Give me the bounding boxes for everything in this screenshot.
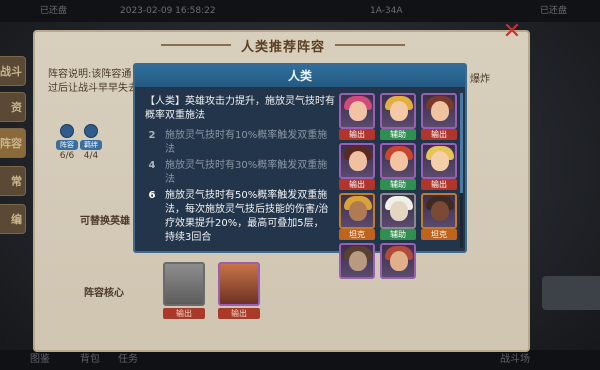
bond-tier-4: 4 施放灵气技时有30%概率触发双重施法 (145, 159, 331, 187)
lineup-description: 阵容说明:该阵容通过后让战斗早早失去 (48, 69, 138, 94)
hero-portrait[interactable] (421, 93, 457, 129)
status-mid-text: 1A-34A (370, 6, 403, 16)
bottom-nav-item[interactable]: 背包 (80, 350, 100, 370)
hero-face (390, 151, 408, 171)
hero-portrait[interactable] (380, 93, 416, 129)
status-time: 2023-02-09 16:58:22 (120, 6, 216, 16)
bottom-nav-item[interactable]: 战斗场 (500, 350, 530, 370)
side-tab-edit[interactable]: 编 (0, 204, 26, 234)
hero-role-tag: 输出 (421, 129, 457, 140)
side-tab-resource[interactable]: 资 (0, 92, 26, 122)
count-lineup: 阵容 6/6 (56, 124, 78, 161)
bottom-nav: 图鉴 背包 任务 战斗场 (0, 350, 600, 370)
status-left-text: 已还盘 (40, 6, 68, 16)
tier-text: 施放灵气技时有30%概率触发双重施法 (165, 160, 328, 185)
panel-title-bar: 人类推荐阵容 (155, 34, 411, 56)
bottom-nav-item[interactable]: 任务 (118, 350, 138, 370)
hero-face (390, 201, 408, 221)
hero-portrait[interactable] (339, 193, 375, 229)
replaceable-heroes-label: 可替换英雄 (80, 216, 130, 227)
hero-role-tag: 坦克 (339, 229, 375, 240)
hero-face (349, 151, 367, 171)
hero-role-tag: 辅助 (380, 129, 416, 140)
tier-number: 2 (148, 130, 156, 141)
status-right-text: 已还盘 (540, 6, 568, 16)
bond-icon (84, 124, 98, 138)
hero-role-tag: 辅助 (380, 179, 416, 190)
hero-portrait[interactable] (421, 143, 457, 179)
bond-popup: 人类 【人类】英雄攻击力提升，施放灵气技时有概率双重施法 2 施放灵气技时有10… (133, 63, 467, 279)
bond-main-effect: 【人类】英雄攻击力提升，施放灵气技时有概率双重施法 (145, 96, 335, 121)
popup-title: 人类 (135, 65, 465, 87)
hero-role-tag: 坦克 (421, 229, 457, 240)
core-hero-role: 输出 (163, 308, 205, 319)
hero-face (431, 101, 449, 121)
count-value: 6/6 (59, 151, 75, 161)
hero-face (349, 251, 367, 271)
hero-role-tag: 辅助 (380, 229, 416, 240)
lineup-description-tail: 爆炸 (470, 74, 490, 85)
hero-portrait[interactable] (380, 193, 416, 229)
hero-portrait[interactable] (421, 193, 457, 229)
hero-portrait[interactable] (380, 143, 416, 179)
bottom-nav-item[interactable]: 图鉴 (30, 350, 50, 370)
bond-tier-2: 2 施放灵气技时有10%概率触发双重施法 (145, 129, 331, 157)
core-heroes-label: 阵容核心 (84, 288, 124, 299)
side-tab-lineup[interactable]: 阵容 (0, 128, 26, 158)
hero-face (431, 151, 449, 171)
count-value: 4/4 (83, 151, 99, 161)
bond-tier-6: 6 施放灵气技时有50%概率触发双重施法，每次施放灵气技后技能的伤害/治疗效果提… (145, 189, 331, 245)
count-label: 羁绊 (80, 140, 102, 150)
hero-portrait[interactable] (380, 243, 416, 279)
hero-face (349, 101, 367, 121)
hero-portrait[interactable] (339, 143, 375, 179)
hero-face (390, 101, 408, 121)
hero-role-tag: 输出 (339, 129, 375, 140)
tier-text: 施放灵气技时有50%概率触发双重施法，每次施放灵气技后技能的伤害/治疗效果提升2… (165, 190, 329, 243)
close-button[interactable]: ✕ (500, 20, 524, 44)
right-side-tab[interactable] (542, 276, 600, 310)
hero-face (431, 201, 449, 221)
hero-role-tag: 输出 (339, 179, 375, 190)
hero-portrait[interactable] (339, 243, 375, 279)
hero-face (349, 201, 367, 221)
tier-number: 4 (148, 160, 156, 171)
panel-title: 人类推荐阵容 (240, 39, 325, 55)
hero-face (390, 251, 408, 271)
hero-role-tag: 输出 (421, 179, 457, 190)
core-hero-card[interactable] (218, 262, 260, 306)
count-label: 阵容 (56, 140, 78, 150)
count-bond: 羁绊 4/4 (80, 124, 102, 161)
lineup-icon (60, 124, 74, 138)
tier-text: 施放灵气技时有10%概率触发双重施法 (165, 130, 328, 155)
core-hero-card[interactable] (163, 262, 205, 306)
side-tab-battle[interactable]: 战斗 (0, 56, 26, 86)
tier-number: 6 (148, 190, 156, 201)
hero-portrait[interactable] (339, 93, 375, 129)
core-hero-role: 输出 (218, 308, 260, 319)
side-tab-common[interactable]: 常 (0, 166, 26, 196)
scrollbar-thumb[interactable] (460, 93, 463, 193)
hero-grid-scrollbar[interactable] (460, 93, 463, 248)
